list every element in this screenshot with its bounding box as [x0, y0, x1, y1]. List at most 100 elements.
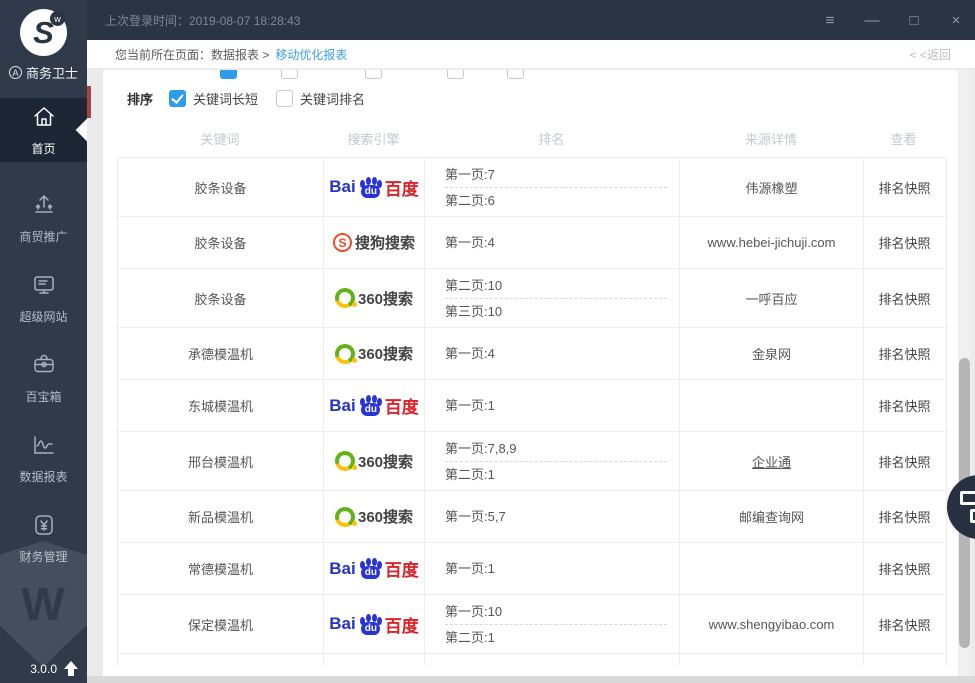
horizontal-scrollbar[interactable]: [87, 676, 975, 683]
table-row: 邢台模温机360搜索第一页:7,8,9第二页:1企业通排名快照: [117, 432, 947, 491]
partial-cell: [680, 654, 864, 666]
snapshot-link[interactable]: 排名快照: [878, 396, 930, 415]
rank-text: 第一页:4: [425, 230, 679, 255]
rank-text: 第一页:7,8,9: [425, 436, 679, 461]
keyword-cell: 新品模温机: [118, 491, 324, 542]
finance-icon: [31, 512, 57, 541]
source-cell: [680, 380, 864, 431]
close-icon[interactable]: ×: [947, 12, 965, 29]
sidebar-item-数据报表[interactable]: 数据报表: [0, 418, 87, 498]
engine-cell: Baidu百度: [324, 158, 425, 216]
snapshot-link[interactable]: 排名快照: [878, 233, 930, 252]
sidebar-item-label: 数据报表: [19, 468, 67, 485]
rank-cell: 第一页:5,7: [425, 491, 680, 542]
clipped-checkbox[interactable]: [220, 70, 237, 79]
home-icon: [31, 104, 57, 133]
maximize-icon[interactable]: □: [905, 12, 923, 29]
checkbox-keyword-rank[interactable]: [276, 90, 293, 107]
view-cell: 排名快照: [864, 269, 945, 327]
keyword-cell: 保定模温机: [118, 595, 324, 653]
baidu-du-text: du: [365, 186, 377, 197]
rank-cell: 第一页:7第二页:6: [425, 158, 680, 216]
table-header-row: 关键词搜索引擎排名来源详情查看: [117, 120, 947, 158]
s360-cn-text: 360搜索: [358, 451, 413, 472]
breadcrumb: 您当前所在页面：数据报表 > 移动优化报表 < <返回: [87, 40, 975, 68]
source-cell: [680, 543, 864, 594]
sort-label: 排序: [127, 89, 153, 108]
table-row: 胶条设备S搜狗搜索第一页:4www.hebei-jichuji.com排名快照: [117, 217, 947, 269]
rank-text: 第二页:1: [425, 462, 679, 487]
ranking-table-body: 胶条设备Baidu百度第一页:7第二页:6伟源橡塑排名快照胶条设备S搜狗搜索第一…: [117, 158, 947, 666]
snapshot-link[interactable]: 排名快照: [878, 559, 930, 578]
column-header: 排名: [424, 129, 679, 148]
toolbox-icon: [31, 352, 57, 381]
engine-cell: 360搜索: [324, 432, 425, 490]
: [352, 358, 357, 363]
breadcrumb-current-link[interactable]: 移动优化报表: [275, 46, 347, 63]
rank-cell: 第一页:4: [425, 217, 680, 268]
keyword-cell: 东城模温机: [118, 380, 324, 431]
sidebar-item-百宝箱[interactable]: 百宝箱: [0, 338, 87, 418]
source-cell: 一呼百应: [680, 269, 864, 327]
minimize-icon[interactable]: —: [863, 12, 881, 29]
baidu-du-text: du: [365, 404, 377, 415]
view-cell: 排名快照: [864, 432, 945, 490]
version-row: 3.0.0: [30, 661, 78, 676]
s360-ring-icon: [335, 288, 355, 308]
partial-cell: [118, 654, 324, 666]
table-row: 新品模温机360搜索第一页:5,7邮编查询网排名快照: [117, 491, 947, 543]
baidu-du-text: du: [365, 623, 377, 634]
snapshot-link[interactable]: 排名快照: [878, 507, 930, 526]
keyword-cell: 承德模温机: [118, 328, 324, 379]
vertical-scrollbar[interactable]: [958, 70, 971, 676]
table-row: 胶条设备Baidu百度第一页:7第二页:6伟源橡塑排名快照: [117, 158, 947, 217]
sogou-logo: S搜狗搜索: [333, 232, 415, 253]
baidu-paw-icon: du: [359, 395, 382, 416]
engine-cell: S搜狗搜索: [324, 217, 425, 268]
snapshot-link[interactable]: 排名快照: [878, 344, 930, 363]
brand-row: A 商务卫士: [0, 63, 87, 82]
back-link[interactable]: < <返回: [910, 46, 951, 63]
clipped-checkbox[interactable]: [507, 70, 524, 79]
menu-icon[interactable]: ≡: [821, 12, 839, 29]
source-text[interactable]: 企业通: [752, 452, 791, 471]
upgrade-arrow-icon[interactable]: [64, 661, 78, 676]
clipped-checkbox[interactable]: [281, 70, 298, 79]
sidebar-item-label: 首页: [31, 140, 55, 157]
baidu-logo: Baidu百度: [329, 393, 418, 418]
keyword-cell: 胶条设备: [118, 269, 324, 327]
sogou-cn-text: 搜狗搜索: [355, 232, 415, 253]
checkbox-keyword-length[interactable]: [169, 90, 186, 107]
sidebar-item-首页[interactable]: 首页: [0, 98, 87, 162]
clipped-checkbox[interactable]: [447, 70, 464, 79]
rank-text: 第一页:1: [425, 393, 679, 418]
engine-cell: Baidu百度: [324, 595, 425, 653]
baidu-bai-text: Bai: [329, 177, 355, 197]
content-area: 您当前所在页面：数据报表 > 移动优化报表 < <返回 排序 关键词长短 关键词…: [87, 40, 975, 683]
sidebar-item-商贸推广[interactable]: 商贸推广: [0, 178, 87, 258]
s360-cn-text: 360搜索: [358, 288, 413, 309]
s360-cn-text: 360搜索: [358, 343, 413, 364]
360-logo: 360搜索: [335, 343, 413, 364]
source-text: 一呼百应: [745, 289, 797, 308]
column-header: 搜索引擎: [323, 129, 424, 148]
clipped-checkbox[interactable]: [365, 70, 382, 79]
snapshot-link[interactable]: 排名快照: [878, 289, 930, 308]
sidebar-item-超级网站[interactable]: 超级网站: [0, 258, 87, 338]
engine-cell: 360搜索: [324, 328, 425, 379]
engine-cell: 360搜索: [324, 269, 425, 327]
rank-text: 第二页:1: [425, 625, 679, 650]
view-cell: 排名快照: [864, 491, 945, 542]
snapshot-link[interactable]: 排名快照: [878, 178, 930, 197]
engine-cell: Baidu百度: [324, 380, 425, 431]
s360-ring-icon: [335, 344, 355, 364]
baidu-paw-icon: du: [359, 614, 382, 635]
window-controls: ≡ — □ ×: [821, 0, 965, 40]
snapshot-link[interactable]: 排名快照: [878, 615, 930, 634]
snapshot-link[interactable]: 排名快照: [878, 452, 930, 471]
s360-ring-icon: [335, 451, 355, 471]
table-row-partial: [117, 654, 947, 666]
rank-cell: 第一页:7,8,9第二页:1: [425, 432, 680, 490]
table-row: 东城模温机Baidu百度第一页:1 排名快照: [117, 380, 947, 432]
view-cell: 排名快照: [864, 158, 945, 216]
